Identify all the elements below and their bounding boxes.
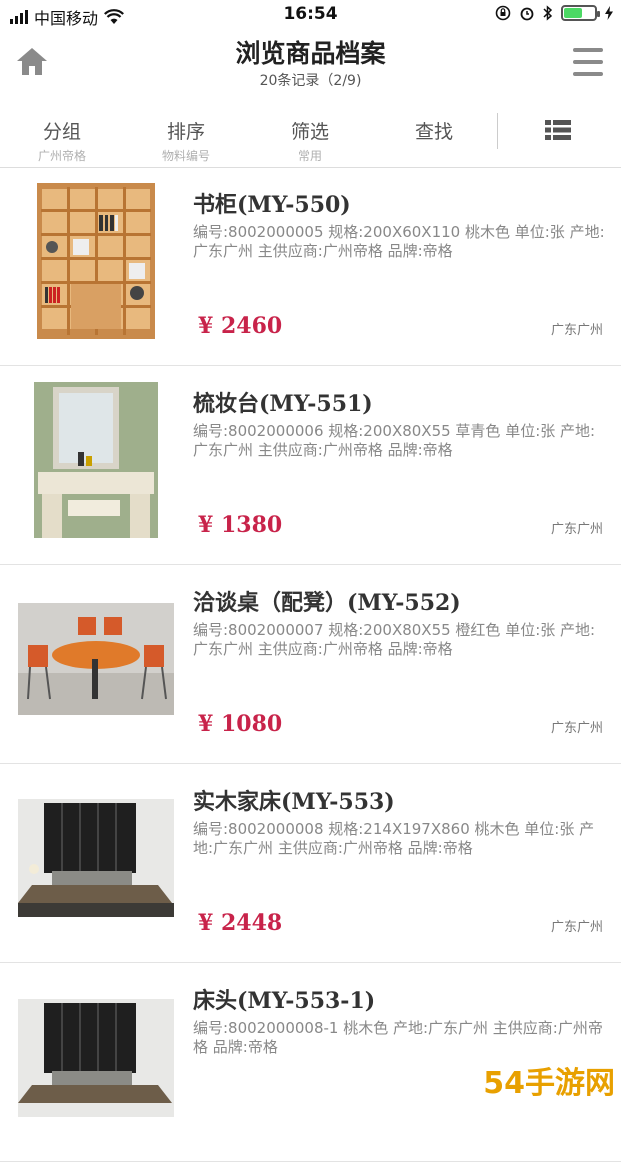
bluetooth-icon: [543, 5, 553, 21]
tab-group[interactable]: 分组 广州帝格: [0, 117, 124, 164]
product-name: 洽谈桌（配凳）(MY-552): [193, 590, 461, 616]
product-location: 广东广州: [550, 920, 603, 935]
tab-sort[interactable]: 排序 物料编号: [124, 117, 248, 164]
rotation-lock-icon: [495, 5, 511, 21]
product-description: 编号:8002000007 规格:200X80X55 橙红色 单位:张 产地:广…: [193, 621, 596, 658]
product-location: 广东广州: [550, 323, 603, 338]
product-image: [18, 581, 174, 737]
product-location: 广东广州: [550, 522, 603, 537]
nav-header: 浏览商品档案 20条记录（2/9): [0, 30, 621, 100]
list-item[interactable]: 实木家床(MY-553) 编号:8002000008 规格:214X197X86…: [0, 764, 621, 963]
tab-filter[interactable]: 筛选 常用: [248, 117, 372, 164]
product-name: 床头(MY-553-1): [193, 988, 376, 1014]
tab-label: 排序: [166, 121, 205, 143]
list-view-icon[interactable]: [545, 120, 571, 140]
record-count: 20条记录（2/9): [259, 73, 362, 89]
tab-search[interactable]: 查找: [372, 117, 496, 147]
filter-toolbar: 分组 广州帝格 排序 物料编号 筛选 常用 查找: [0, 105, 621, 168]
status-bar: 中国移动 16:54: [0, 0, 621, 30]
product-description: 编号:8002000006 规格:200X80X55 草青色 单位:张 产地:广…: [193, 422, 596, 459]
product-image: [18, 780, 174, 936]
tab-hint: 常用: [297, 149, 322, 163]
product-name: 梳妆台(MY-551): [193, 391, 373, 417]
list-item[interactable]: 洽谈桌（配凳）(MY-552) 编号:8002000007 规格:200X80X…: [0, 565, 621, 764]
tab-hint: 物料编号: [161, 149, 210, 163]
product-image: [18, 382, 174, 538]
product-list: 书柜(MY-550) 编号:8002000005 规格:200X60X110 桃…: [0, 167, 621, 1162]
list-item[interactable]: 梳妆台(MY-551) 编号:8002000006 规格:200X80X55 草…: [0, 366, 621, 565]
tab-label: 筛选: [290, 121, 329, 143]
product-location: 广东广州: [550, 721, 603, 736]
product-description: 编号:8002000008 规格:214X197X860 桃木色 单位:张 产地…: [193, 820, 595, 857]
product-description: 编号:8002000008-1 桃木色 产地:广东广州 主供应商:广州帝格 品牌…: [193, 1019, 603, 1056]
product-name: 书柜(MY-550): [193, 192, 351, 218]
tab-hint: 广州帝格: [37, 149, 86, 163]
product-name: 实木家床(MY-553): [193, 789, 395, 815]
alarm-icon: [520, 7, 534, 21]
site-watermark: 54手游网: [483, 1066, 615, 1101]
product-price: ¥ 2448: [198, 910, 283, 936]
product-image: [18, 979, 174, 1155]
battery-icon: [561, 5, 600, 21]
product-price: ¥ 1080: [198, 711, 283, 737]
tab-label: 分组: [42, 121, 81, 143]
menu-icon[interactable]: [573, 48, 603, 76]
tab-label: 查找: [414, 121, 453, 143]
product-price: ¥ 1380: [198, 512, 283, 538]
page-title: 浏览商品档案: [235, 39, 386, 68]
toolbar-divider: [497, 113, 498, 149]
list-item[interactable]: 书柜(MY-550) 编号:8002000005 规格:200X60X110 桃…: [0, 167, 621, 366]
product-image: [18, 183, 174, 339]
product-description: 编号:8002000005 规格:200X60X110 桃木色 单位:张 产地:…: [193, 223, 605, 260]
product-price: ¥ 2460: [198, 313, 283, 339]
charging-icon: [605, 6, 613, 20]
